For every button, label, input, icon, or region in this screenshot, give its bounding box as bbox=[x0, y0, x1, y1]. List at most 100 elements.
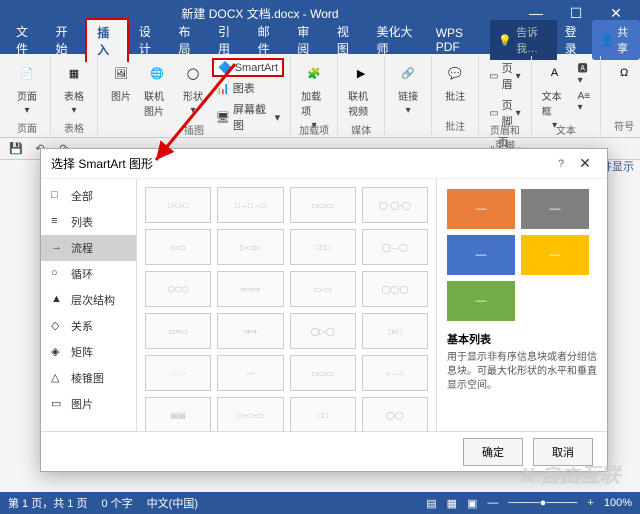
chart-icon: 📊 bbox=[216, 82, 230, 95]
tab-view[interactable]: 视图 bbox=[327, 19, 367, 61]
smartart-thumb[interactable]: ◯→◯ bbox=[362, 229, 428, 265]
preview-chip: — bbox=[447, 235, 515, 275]
symbol-button[interactable]: Ω bbox=[607, 58, 640, 88]
thumbnail-grid: □-□-□□→□→□▭▭▭◯-◯-◯▭▭▷▭▷□□□◯→◯⬡⬡⬡⇨⇨⇨▭-▭◯◯… bbox=[137, 179, 437, 431]
comment-icon: 💬 bbox=[442, 60, 468, 86]
smartart-thumb[interactable]: ◯▷◯ bbox=[290, 313, 356, 349]
header-button[interactable]: ▭ 页眉 ▾ bbox=[485, 58, 524, 94]
login-button[interactable]: 登录 bbox=[557, 19, 593, 61]
table-button[interactable]: ▦表格▾ bbox=[57, 58, 91, 118]
preview-chip: — bbox=[521, 189, 589, 229]
chart-button[interactable]: 📊图表 bbox=[212, 78, 284, 98]
view-print-icon[interactable]: ▦ bbox=[447, 497, 457, 510]
smartart-thumb[interactable]: ▭▭▭ bbox=[290, 355, 356, 391]
cancel-button[interactable]: 取消 bbox=[533, 438, 593, 466]
zoom-out-button[interactable]: — bbox=[487, 497, 498, 509]
picture-icon: 🖼 bbox=[108, 60, 134, 86]
online-picture-icon: 🌐 bbox=[144, 60, 170, 86]
smartart-thumb[interactable]: ◯◯◯ bbox=[362, 271, 428, 307]
smartart-thumb[interactable]: ▤▤ bbox=[145, 397, 211, 431]
smartart-thumb[interactable]: □▹□ bbox=[362, 313, 428, 349]
smartart-thumb[interactable]: □□ bbox=[290, 397, 356, 431]
tab-beautify[interactable]: 美化大师 bbox=[366, 19, 425, 61]
preview-pane: ————— 基本列表 用于显示非有序信息块或者分组信息块。可最大化形状的水平和垂… bbox=[437, 179, 607, 431]
smartart-thumb[interactable]: ⬡⬡⬡ bbox=[145, 271, 211, 307]
tab-review[interactable]: 审阅 bbox=[287, 19, 327, 61]
save-icon[interactable]: 💾 bbox=[8, 141, 24, 157]
screenshot-icon: 🖥 bbox=[216, 111, 230, 124]
link-button[interactable]: 🔗链接▾ bbox=[391, 58, 425, 118]
smartart-thumb[interactable]: □-□-□ bbox=[145, 187, 211, 223]
smartart-thumb[interactable]: ▭-▭ bbox=[290, 271, 356, 307]
category-icon: ▭ bbox=[51, 397, 65, 411]
zoom-slider[interactable]: ────●──── bbox=[508, 497, 577, 509]
tell-me-search[interactable]: 💡告诉我… bbox=[490, 20, 556, 60]
smartart-thumb[interactable]: □→□→□ bbox=[217, 187, 283, 223]
category-icon: □ bbox=[51, 189, 65, 203]
preview-title: 基本列表 bbox=[447, 331, 597, 347]
category-列表[interactable]: ≡列表 bbox=[41, 209, 136, 235]
category-棱锥图[interactable]: △棱锥图 bbox=[41, 365, 136, 391]
smartart-thumb[interactable]: ◯◯ bbox=[362, 397, 428, 431]
share-icon: 👤 bbox=[600, 34, 614, 47]
smartart-thumb[interactable]: ◌◌◌ bbox=[145, 355, 211, 391]
tab-mailings[interactable]: 邮件 bbox=[248, 19, 288, 61]
category-list: □全部≡列表→流程○循环▲层次结构◇关系◈矩阵△棱锥图▭图片 bbox=[41, 179, 137, 431]
picture-button[interactable]: 🖼图片 bbox=[104, 58, 138, 105]
online-video-button[interactable]: ▶联机视频 bbox=[344, 58, 378, 120]
smartart-thumb[interactable]: □□□ bbox=[290, 229, 356, 265]
online-picture-button[interactable]: 🌐联机图片 bbox=[140, 58, 174, 120]
page-icon: 📄 bbox=[14, 60, 40, 86]
dropcap-button[interactable]: A≡ ▾ bbox=[574, 89, 595, 115]
smartart-thumb[interactable]: ▭-▭-▭ bbox=[217, 397, 283, 431]
smartart-dialog: 选择 SmartArt 图形 ? ✕ □全部≡列表→流程○循环▲层次结构◇关系◈… bbox=[40, 148, 608, 472]
smartart-thumb[interactable]: ○→○ bbox=[362, 355, 428, 391]
tab-layout[interactable]: 布局 bbox=[168, 19, 208, 61]
page-count[interactable]: 第 1 页，共 1 页 bbox=[8, 495, 87, 511]
category-全部[interactable]: □全部 bbox=[41, 183, 136, 209]
category-层次结构[interactable]: ▲层次结构 bbox=[41, 287, 136, 313]
smartart-thumb[interactable]: ◦◦◦ bbox=[217, 355, 283, 391]
smartart-thumb[interactable]: ▭▭ bbox=[145, 229, 211, 265]
ribbon: 📄页面▾页面 ▦表格▾表格 🖼图片 🌐联机图片 ◯形状▾ 🔷SmartArt 📊… bbox=[0, 54, 640, 138]
category-矩阵[interactable]: ◈矩阵 bbox=[41, 339, 136, 365]
ribbon-tabs: 文件 开始 插入 设计 布局 引用 邮件 审阅 视图 美化大师 WPS PDF … bbox=[0, 26, 640, 54]
ok-button[interactable]: 确定 bbox=[463, 438, 523, 466]
dialog-help-button[interactable]: ? bbox=[549, 158, 573, 170]
tab-references[interactable]: 引用 bbox=[208, 19, 248, 61]
category-icon: ◈ bbox=[51, 345, 65, 359]
zoom-in-button[interactable]: + bbox=[587, 497, 593, 509]
smartart-thumb[interactable]: ▷▭▷ bbox=[217, 229, 283, 265]
preview-chip: — bbox=[521, 235, 589, 275]
smartart-thumb[interactable]: ⇒⇒ bbox=[217, 313, 283, 349]
comment-button[interactable]: 💬批注 bbox=[438, 58, 472, 105]
dialog-close-button[interactable]: ✕ bbox=[573, 155, 597, 172]
smartart-button[interactable]: 🔷SmartArt bbox=[212, 58, 284, 77]
category-循环[interactable]: ○循环 bbox=[41, 261, 136, 287]
zoom-level[interactable]: 100% bbox=[604, 497, 632, 509]
lightbulb-icon: 💡 bbox=[498, 34, 512, 47]
shapes-button[interactable]: ◯形状▾ bbox=[176, 58, 210, 118]
category-icon: ○ bbox=[51, 267, 65, 281]
smartart-thumb[interactable]: ▭▭▭ bbox=[290, 187, 356, 223]
tab-home[interactable]: 开始 bbox=[46, 19, 86, 61]
smartart-thumb[interactable]: ⇨⇨⇨ bbox=[217, 271, 283, 307]
smartart-thumb[interactable]: ◯-◯-◯ bbox=[362, 187, 428, 223]
smartart-thumb[interactable]: ▭=▭ bbox=[145, 313, 211, 349]
view-web-icon[interactable]: ▣ bbox=[467, 497, 477, 510]
word-count[interactable]: 0 个字 bbox=[101, 495, 132, 511]
screenshot-button[interactable]: 🖥屏幕截图▾ bbox=[212, 99, 284, 135]
tab-file[interactable]: 文件 bbox=[6, 19, 46, 61]
category-图片[interactable]: ▭图片 bbox=[41, 391, 136, 417]
wordart-button[interactable]: 🅰 ▾ bbox=[574, 58, 595, 88]
share-button[interactable]: 👤共享 bbox=[592, 20, 640, 60]
page-button[interactable]: 📄页面▾ bbox=[10, 58, 44, 118]
tab-design[interactable]: 设计 bbox=[129, 19, 169, 61]
preview-chip: — bbox=[447, 281, 515, 321]
language-status[interactable]: 中文(中国) bbox=[147, 495, 198, 511]
view-readmode-icon[interactable]: ▤ bbox=[426, 497, 436, 510]
category-icon: △ bbox=[51, 371, 65, 385]
category-流程[interactable]: →流程 bbox=[41, 235, 136, 261]
category-关系[interactable]: ◇关系 bbox=[41, 313, 136, 339]
tab-wpspdf[interactable]: WPS PDF bbox=[426, 22, 491, 58]
